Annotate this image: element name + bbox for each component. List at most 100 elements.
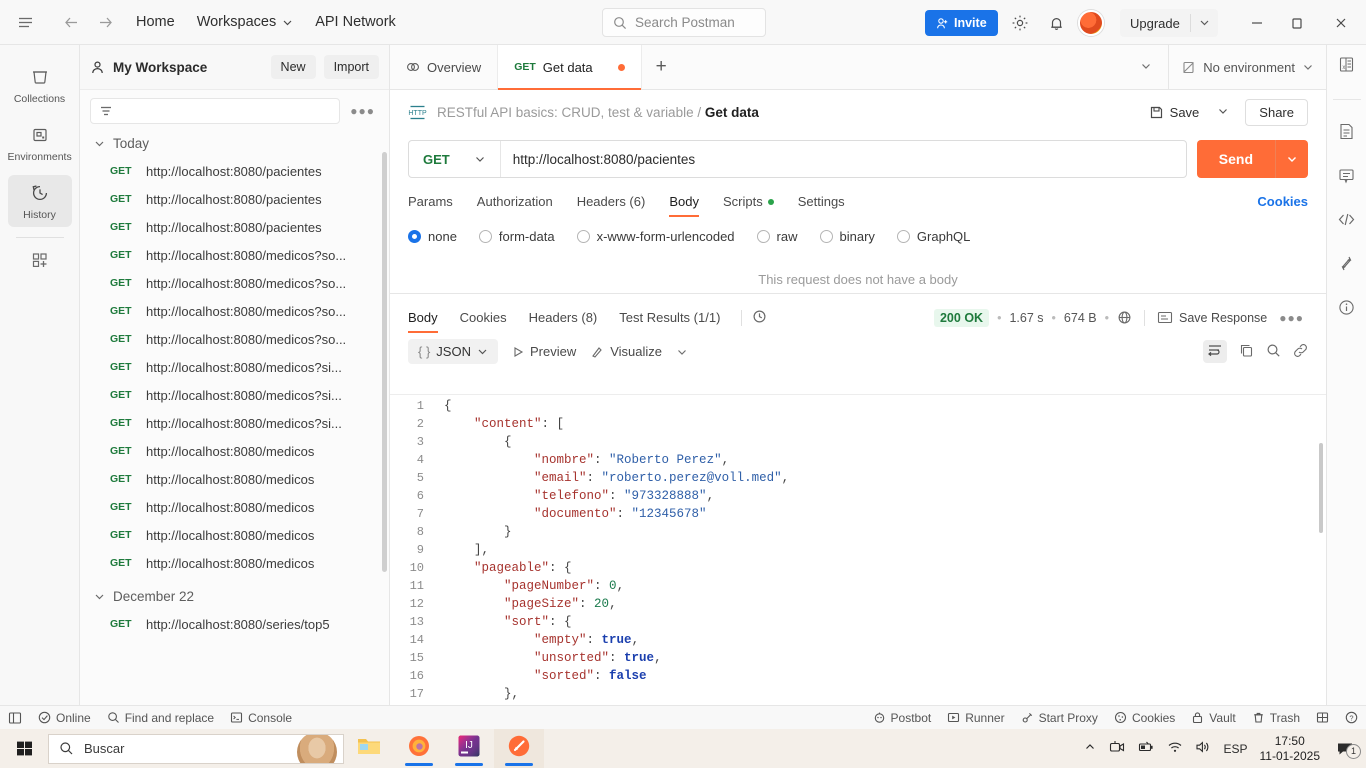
back-arrow-icon[interactable]	[54, 7, 88, 37]
comments-icon[interactable]	[1337, 166, 1356, 188]
user-avatar[interactable]	[1078, 10, 1104, 36]
nav-workspaces[interactable]: Workspaces	[189, 10, 302, 34]
list-item[interactable]: GET http://localhost:8080/medicos?si...	[80, 381, 389, 409]
settings-gear-icon[interactable]	[1008, 11, 1032, 35]
code-scrollbar[interactable]	[1319, 443, 1323, 533]
nav-api-network[interactable]: API Network	[307, 10, 404, 34]
history-group-header-today[interactable]: Today	[80, 130, 389, 157]
save-options-chevron-down-icon[interactable]	[1210, 100, 1236, 125]
url-input[interactable]: http://localhost:8080/pacientes	[501, 152, 707, 167]
variables-icon[interactable]: x	[1337, 55, 1356, 77]
globe-icon[interactable]	[1117, 310, 1132, 325]
body-type-none[interactable]: none	[408, 229, 457, 244]
preview-button[interactable]: Preview	[512, 344, 576, 359]
list-item[interactable]: GET http://localhost:8080/medicos	[80, 549, 389, 577]
list-item[interactable]: GET http://localhost:8080/medicos?si...	[80, 353, 389, 381]
tab-headers[interactable]: Headers (6)	[565, 188, 658, 215]
tray-camera-icon[interactable]	[1109, 740, 1125, 757]
notifications-bell-icon[interactable]	[1044, 11, 1068, 35]
search-icon[interactable]	[1266, 343, 1281, 361]
start-proxy-button[interactable]: Start Proxy	[1021, 711, 1098, 725]
trash-button[interactable]: Trash	[1252, 711, 1300, 725]
url-bar[interactable]: GET http://localhost:8080/pacientes	[408, 140, 1187, 178]
radio-binary[interactable]	[819, 230, 833, 243]
tab-response-cookies[interactable]: Cookies	[449, 304, 518, 331]
history-scrollbar[interactable]	[382, 152, 387, 572]
body-type-binary[interactable]: binary	[819, 229, 875, 244]
radio-graphql[interactable]	[896, 230, 910, 243]
taskbar-postman[interactable]	[494, 729, 544, 768]
nav-home[interactable]: Home	[128, 10, 183, 34]
list-item[interactable]: GET http://localhost:8080/medicos?so...	[80, 241, 389, 269]
history-group-header-december-22[interactable]: December 22	[80, 577, 389, 610]
list-item[interactable]: GET http://localhost:8080/medicos?so...	[80, 325, 389, 353]
cookies-link[interactable]: Cookies	[1257, 194, 1308, 209]
body-type-form-data[interactable]: form-data	[478, 229, 555, 244]
layout-toggle-icon[interactable]	[1316, 711, 1329, 724]
tab-body[interactable]: Body	[657, 188, 711, 217]
send-options-chevron-down-icon[interactable]	[1275, 140, 1308, 178]
list-item[interactable]: GET http://localhost:8080/medicos	[80, 437, 389, 465]
runner-button[interactable]: Runner	[947, 711, 1005, 725]
tab-overview[interactable]: Overview	[390, 45, 499, 89]
forward-arrow-icon[interactable]	[88, 7, 122, 37]
import-button[interactable]: Import	[323, 55, 379, 79]
invite-button[interactable]: Invite	[925, 10, 998, 36]
format-selector[interactable]: { } JSON	[408, 339, 498, 364]
info-icon[interactable]	[1337, 298, 1356, 320]
notification-center-button[interactable]: 1	[1332, 741, 1361, 759]
new-tab-button[interactable]: +	[642, 45, 681, 89]
radio-none[interactable]	[408, 230, 421, 243]
new-button[interactable]: New	[270, 55, 316, 79]
radio-urlencoded[interactable]	[576, 230, 590, 243]
list-item[interactable]: GET http://localhost:8080/pacientes	[80, 213, 389, 241]
radio-raw[interactable]	[756, 230, 770, 243]
list-item[interactable]: GET http://localhost:8080/medicos?so...	[80, 297, 389, 325]
share-button[interactable]: Share	[1245, 98, 1308, 126]
tab-settings[interactable]: Settings	[786, 188, 857, 215]
upgrade-button[interactable]: Upgrade	[1120, 9, 1218, 37]
link-icon[interactable]	[1293, 343, 1308, 361]
sidebar-item-collections[interactable]: Collections	[8, 59, 72, 111]
response-more-options-icon[interactable]: ●●●	[1275, 311, 1308, 325]
tray-battery-icon[interactable]	[1137, 740, 1155, 757]
visualize-button[interactable]: Visualize	[590, 344, 662, 359]
tab-response-body[interactable]: Body	[408, 304, 449, 333]
help-icon[interactable]: ?	[1345, 711, 1358, 724]
sidebar-item-environments[interactable]: Environments	[8, 117, 72, 169]
vault-button[interactable]: Vault	[1191, 711, 1236, 725]
window-maximize-button[interactable]	[1280, 8, 1314, 38]
save-button[interactable]: Save	[1140, 100, 1209, 125]
console-button[interactable]: Console	[230, 711, 292, 725]
tab-test-results[interactable]: Test Results (1/1)	[608, 304, 731, 331]
method-selector[interactable]: GET	[409, 141, 501, 177]
taskbar-clock[interactable]: 17:50 11-01-2025	[1260, 734, 1321, 764]
documentation-icon[interactable]	[1337, 122, 1356, 144]
history-more-options-icon[interactable]: ●●●	[346, 104, 379, 118]
tab-response-headers[interactable]: Headers (8)	[518, 304, 609, 331]
tab-params[interactable]: Params	[408, 188, 465, 215]
taskbar-intellij[interactable]: IJ	[444, 729, 494, 768]
add-new-icon[interactable]	[8, 250, 72, 273]
tray-wifi-icon[interactable]	[1167, 740, 1183, 757]
taskbar-firefox[interactable]	[394, 729, 444, 768]
list-item[interactable]: GET http://localhost:8080/medicos	[80, 465, 389, 493]
tab-scripts[interactable]: Scripts	[711, 188, 786, 215]
online-status[interactable]: Online	[38, 711, 91, 725]
tray-volume-icon[interactable]	[1195, 740, 1211, 757]
toggle-sidebar-icon[interactable]	[8, 711, 22, 725]
tab-list-chevron-down-icon[interactable]	[1124, 60, 1168, 75]
tray-expand-icon[interactable]	[1083, 740, 1097, 757]
hamburger-menu-icon[interactable]	[8, 7, 42, 37]
window-minimize-button[interactable]	[1240, 8, 1274, 38]
taskbar-search[interactable]: Buscar	[48, 733, 344, 764]
tab-authorization[interactable]: Authorization	[465, 188, 565, 215]
window-close-button[interactable]	[1324, 8, 1358, 38]
cookies-button[interactable]: Cookies	[1114, 711, 1175, 725]
global-search[interactable]: Search Postman	[602, 8, 766, 37]
sync-icon[interactable]	[1337, 254, 1356, 276]
tab-get-data[interactable]: GET Get data	[498, 45, 642, 90]
environment-selector[interactable]: No environment	[1168, 45, 1326, 89]
breadcrumb-collection[interactable]: RESTful API basics: CRUD, test & variabl…	[437, 105, 694, 120]
list-item[interactable]: GET http://localhost:8080/medicos	[80, 493, 389, 521]
